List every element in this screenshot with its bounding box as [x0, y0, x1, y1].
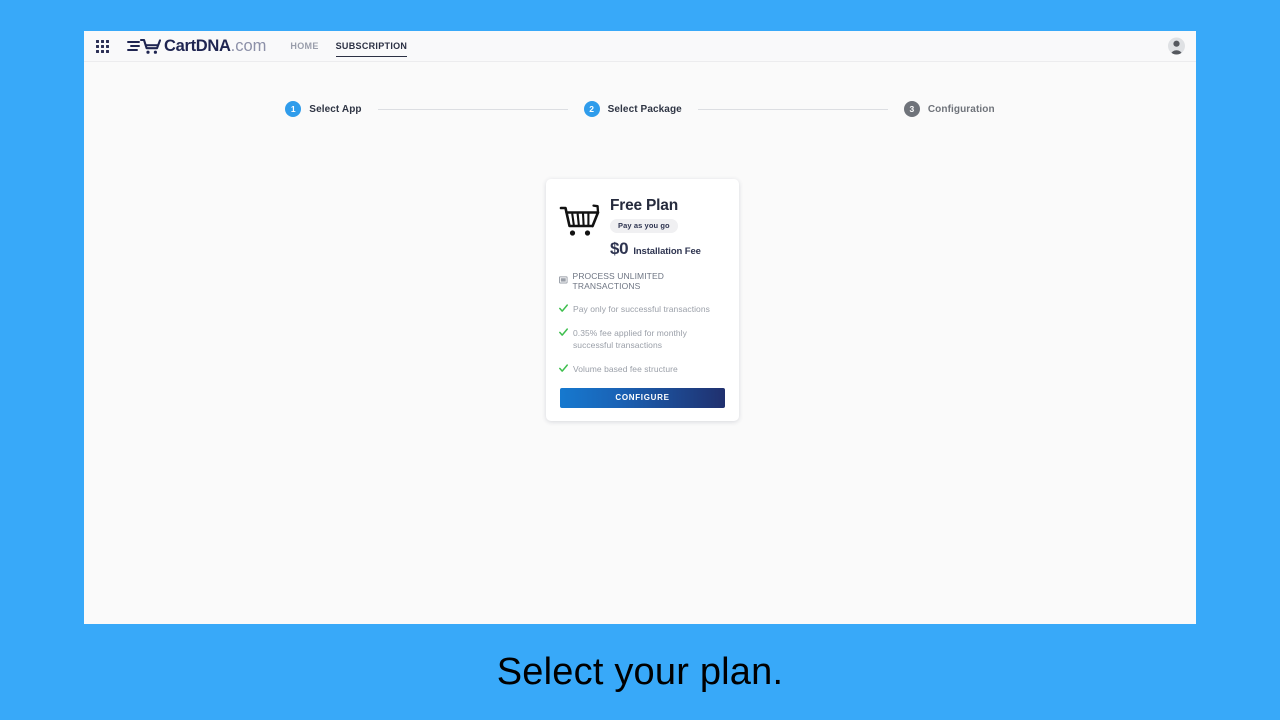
step-1-label: Select App [309, 103, 362, 115]
avatar-person-icon [1170, 40, 1183, 55]
step-2-number: 2 [583, 101, 600, 117]
apps-grid-icon[interactable] [95, 39, 110, 54]
step-connector-1 [377, 108, 568, 110]
step-configuration[interactable]: 3 Configuration [903, 101, 995, 117]
brand-logo[interactable]: CartDNA.com [127, 31, 266, 61]
plan-subheadline: PROCESS UNLIMITED TRANSACTIONS [546, 259, 739, 291]
step-select-package[interactable]: 2 Select Package [583, 101, 682, 117]
plan-feature-list: Pay only for successful transactions 0.3… [546, 291, 739, 376]
nav-links: HOME SUBSCRIPTION [290, 31, 407, 61]
shopping-cart-icon [559, 204, 600, 236]
list-item: 0.35% fee applied for monthly successful… [559, 327, 725, 352]
app-window: CartDNA.com HOME SUBSCRIPTION 1 Select A… [84, 31, 1196, 624]
step-1-number: 1 [285, 101, 302, 117]
check-icon [559, 364, 568, 373]
step-2-label: Select Package [607, 103, 682, 115]
list-item: Pay only for successful transactions [559, 303, 725, 315]
brand-name-tld: .com [230, 36, 267, 55]
feature-text: 0.35% fee applied for monthly successful… [573, 327, 687, 351]
plan-badge: Pay as you go [610, 219, 678, 233]
plan-price-row: $0 Installation Fee [610, 239, 701, 259]
progress-stepper: 1 Select App 2 Select Package 3 Configur… [84, 101, 1196, 117]
brand-name-main: CartDNA [164, 36, 231, 55]
shopping-cart-icon [127, 38, 162, 54]
nav-link-subscription[interactable]: SUBSCRIPTION [335, 31, 408, 61]
plan-price: $0 [610, 238, 629, 258]
step-3-label: Configuration [927, 103, 995, 115]
user-avatar-icon[interactable] [1168, 37, 1185, 55]
check-icon [559, 328, 568, 336]
step-connector-2 [697, 108, 888, 110]
monitor-icon [559, 276, 568, 284]
feature-text: Volume based fee structure [573, 364, 678, 375]
top-navigation-bar: CartDNA.com HOME SUBSCRIPTION [84, 31, 1196, 62]
brand-name: CartDNA.com [164, 37, 266, 56]
step-select-app[interactable]: 1 Select App [285, 101, 362, 117]
plan-title: Free Plan [610, 197, 678, 214]
feature-text: Pay only for successful transactions [573, 303, 710, 314]
check-icon [559, 303, 568, 312]
caption-text: Select your plan. [496, 650, 784, 693]
plan-card-header: Free Plan Pay as you go $0 Installation … [546, 179, 739, 259]
configure-button[interactable]: CONFIGURE [560, 387, 725, 408]
plan-header-text: Free Plan Pay as you go $0 Installation … [610, 197, 701, 259]
plan-subheadline-text: PROCESS UNLIMITED TRANSACTIONS [572, 270, 664, 291]
step-3-number: 3 [903, 101, 920, 117]
list-item: Volume based fee structure [559, 363, 725, 375]
nav-link-home[interactable]: HOME [290, 31, 318, 61]
plan-price-label: Installation Fee [633, 245, 701, 257]
plan-card-free[interactable]: Free Plan Pay as you go $0 Installation … [546, 179, 739, 421]
